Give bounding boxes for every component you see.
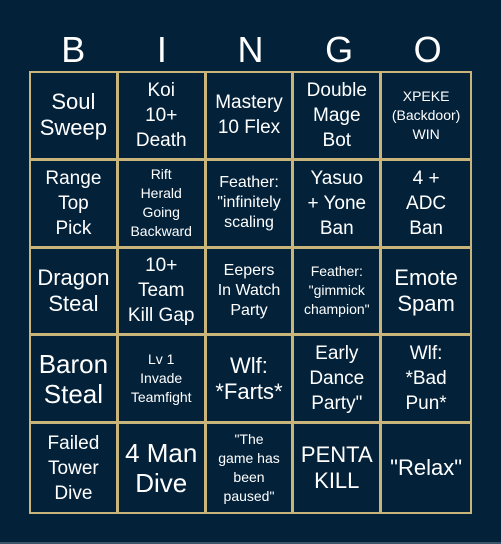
bingo-cell[interactable]: "Relax" bbox=[382, 424, 470, 512]
bingo-cell[interactable]: PENTA KILL bbox=[294, 424, 383, 512]
header-letter-i: I bbox=[156, 29, 167, 70]
bingo-cell[interactable]: Feather: "gimmick champion" bbox=[294, 248, 383, 337]
bingo-cell[interactable]: "The game has been paused" bbox=[207, 424, 295, 512]
bingo-cell[interactable]: Double Mage Bot bbox=[294, 73, 383, 161]
bingo-cell[interactable]: Wlf: *Bad Pun* bbox=[382, 336, 470, 425]
bingo-header: B I N G O bbox=[29, 28, 472, 72]
bingo-cell[interactable]: Koi 10+ Death bbox=[118, 73, 207, 161]
bingo-cell[interactable]: Soul Sweep bbox=[31, 73, 119, 161]
bingo-cell[interactable]: Range Top Pick bbox=[31, 160, 119, 249]
bingo-cell[interactable]: Wlf: *Farts* bbox=[206, 336, 295, 425]
bingo-cell[interactable]: Emote Spam bbox=[382, 249, 470, 337]
bingo-cell[interactable]: XPEKE (Backdoor) WIN bbox=[382, 73, 470, 161]
bingo-cell[interactable]: Early Dance Party" bbox=[294, 336, 383, 425]
bingo-cell[interactable]: Yasuo + Yone Ban bbox=[294, 160, 383, 249]
bingo-grid: Soul Sweep Koi 10+ Death Mastery 10 Flex Do… bbox=[29, 71, 472, 514]
bingo-cell[interactable]: 4 + ADC Ban bbox=[382, 161, 470, 249]
bingo-cell[interactable]: Failed Tower Dive bbox=[31, 424, 119, 512]
bingo-cell[interactable]: Feather: "infinitely scaling bbox=[206, 160, 295, 249]
bingo-cell[interactable]: Baron Steal bbox=[31, 336, 119, 425]
bingo-cell[interactable]: Rift Herald Going Backward bbox=[118, 160, 207, 249]
bingo-cell[interactable]: Mastery 10 Flex bbox=[206, 73, 295, 161]
bingo-cell[interactable]: Eepers In Watch Party bbox=[206, 248, 295, 337]
header-letter-g: G bbox=[325, 29, 354, 70]
bingo-cell[interactable]: Lv 1 Invade Teamfight bbox=[118, 336, 207, 425]
bingo-cell[interactable]: Dragon Steal bbox=[31, 248, 119, 337]
header-letter-o: O bbox=[413, 29, 442, 70]
bingo-cell[interactable]: 4 Man Dive bbox=[119, 424, 207, 512]
bingo-cell[interactable]: 10+ Team Kill Gap bbox=[118, 248, 207, 337]
header-letter-n: N bbox=[237, 29, 264, 70]
header-letter-b: B bbox=[61, 29, 86, 70]
